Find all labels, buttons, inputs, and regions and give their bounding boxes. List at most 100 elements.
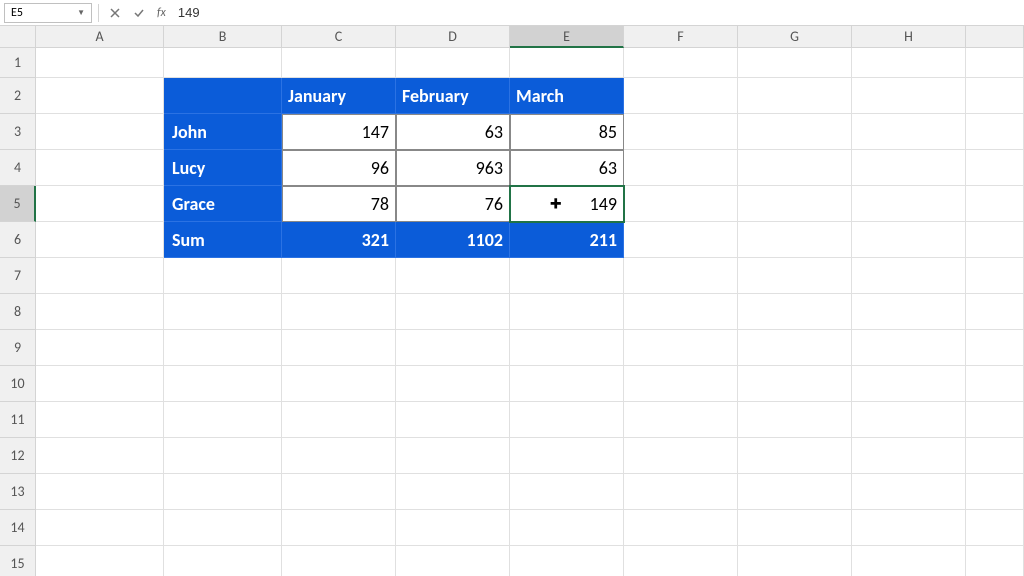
fx-icon[interactable]: fx <box>153 6 170 20</box>
cell-C10[interactable] <box>282 366 396 402</box>
cell-F2[interactable] <box>624 78 738 114</box>
cell-F14[interactable] <box>624 510 738 546</box>
row-header-3[interactable]: 3 <box>0 114 36 150</box>
cell-E12[interactable] <box>510 438 624 474</box>
cell-F12[interactable] <box>624 438 738 474</box>
cell-B14[interactable] <box>164 510 282 546</box>
cell-E5[interactable]: ✚ 149 <box>510 186 624 222</box>
cell-E1[interactable] <box>510 48 624 78</box>
cell-C8[interactable] <box>282 294 396 330</box>
cell-I14[interactable] <box>966 510 1024 546</box>
cell-A13[interactable] <box>36 474 164 510</box>
row-header-13[interactable]: 13 <box>0 474 36 510</box>
cell-I8[interactable] <box>966 294 1024 330</box>
cell-B13[interactable] <box>164 474 282 510</box>
cell-D1[interactable] <box>396 48 510 78</box>
cell-E2[interactable]: March <box>510 78 624 114</box>
cell-H14[interactable] <box>852 510 966 546</box>
cell-H11[interactable] <box>852 402 966 438</box>
cell-H13[interactable] <box>852 474 966 510</box>
cell-H4[interactable] <box>852 150 966 186</box>
cell-G13[interactable] <box>738 474 852 510</box>
row-header-2[interactable]: 2 <box>0 78 36 114</box>
cell-B9[interactable] <box>164 330 282 366</box>
row-header-4[interactable]: 4 <box>0 150 36 186</box>
cell-I13[interactable] <box>966 474 1024 510</box>
cell-A7[interactable] <box>36 258 164 294</box>
cell-I9[interactable] <box>966 330 1024 366</box>
col-header-F[interactable]: F <box>624 26 738 48</box>
grid[interactable]: A B C D E F G H 1 <box>0 26 1024 576</box>
cell-E13[interactable] <box>510 474 624 510</box>
cell-B3[interactable]: John <box>164 114 282 150</box>
cell-H3[interactable] <box>852 114 966 150</box>
cell-H2[interactable] <box>852 78 966 114</box>
cell-A4[interactable] <box>36 150 164 186</box>
cell-B11[interactable] <box>164 402 282 438</box>
cell-D5[interactable]: 76 <box>396 186 510 222</box>
cell-G8[interactable] <box>738 294 852 330</box>
cell-B12[interactable] <box>164 438 282 474</box>
cell-E15[interactable] <box>510 546 624 576</box>
cell-E10[interactable] <box>510 366 624 402</box>
row-header-6[interactable]: 6 <box>0 222 36 258</box>
cell-B6[interactable]: Sum <box>164 222 282 258</box>
cell-C7[interactable] <box>282 258 396 294</box>
cell-E7[interactable] <box>510 258 624 294</box>
cell-F13[interactable] <box>624 474 738 510</box>
cell-G12[interactable] <box>738 438 852 474</box>
col-header-B[interactable]: B <box>164 26 282 48</box>
cell-I10[interactable] <box>966 366 1024 402</box>
name-box[interactable]: E5 ▼ <box>4 3 92 23</box>
cell-I4[interactable] <box>966 150 1024 186</box>
cell-D8[interactable] <box>396 294 510 330</box>
cell-A11[interactable] <box>36 402 164 438</box>
enter-icon[interactable] <box>129 3 149 23</box>
cell-F5[interactable] <box>624 186 738 222</box>
cell-G1[interactable] <box>738 48 852 78</box>
cell-D15[interactable] <box>396 546 510 576</box>
row-header-1[interactable]: 1 <box>0 48 36 78</box>
cell-E3[interactable]: 85 <box>510 114 624 150</box>
cell-I12[interactable] <box>966 438 1024 474</box>
col-header-G[interactable]: G <box>738 26 852 48</box>
cell-D3[interactable]: 63 <box>396 114 510 150</box>
cell-D9[interactable] <box>396 330 510 366</box>
cell-A1[interactable] <box>36 48 164 78</box>
col-header-I[interactable] <box>966 26 1024 48</box>
cell-A9[interactable] <box>36 330 164 366</box>
row-header-12[interactable]: 12 <box>0 438 36 474</box>
col-header-A[interactable]: A <box>36 26 164 48</box>
cell-I11[interactable] <box>966 402 1024 438</box>
cell-A8[interactable] <box>36 294 164 330</box>
cell-D4[interactable]: 963 <box>396 150 510 186</box>
row-header-8[interactable]: 8 <box>0 294 36 330</box>
col-header-H[interactable]: H <box>852 26 966 48</box>
cell-E6[interactable]: 211 <box>510 222 624 258</box>
select-all-corner[interactable] <box>0 26 36 48</box>
cell-B2[interactable] <box>164 78 282 114</box>
cell-H6[interactable] <box>852 222 966 258</box>
row-header-14[interactable]: 14 <box>0 510 36 546</box>
cell-A2[interactable] <box>36 78 164 114</box>
cell-F15[interactable] <box>624 546 738 576</box>
cell-H7[interactable] <box>852 258 966 294</box>
cell-E14[interactable] <box>510 510 624 546</box>
cell-G11[interactable] <box>738 402 852 438</box>
col-header-E[interactable]: E <box>510 26 624 48</box>
cell-A14[interactable] <box>36 510 164 546</box>
cell-A15[interactable] <box>36 546 164 576</box>
cell-F8[interactable] <box>624 294 738 330</box>
cell-I15[interactable] <box>966 546 1024 576</box>
cell-C9[interactable] <box>282 330 396 366</box>
cell-C6[interactable]: 321 <box>282 222 396 258</box>
cell-E11[interactable] <box>510 402 624 438</box>
cell-G4[interactable] <box>738 150 852 186</box>
cell-C13[interactable] <box>282 474 396 510</box>
cell-F10[interactable] <box>624 366 738 402</box>
row-header-11[interactable]: 11 <box>0 402 36 438</box>
cell-B15[interactable] <box>164 546 282 576</box>
cell-G5[interactable] <box>738 186 852 222</box>
cell-C14[interactable] <box>282 510 396 546</box>
cell-B4[interactable]: Lucy <box>164 150 282 186</box>
